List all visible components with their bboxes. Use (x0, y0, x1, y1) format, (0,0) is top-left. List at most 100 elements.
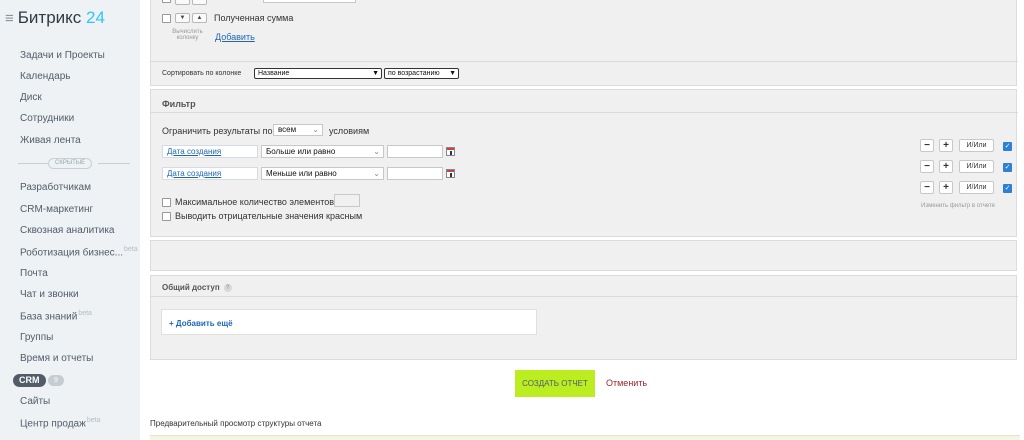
preview-title: Предварительный просмотр структуры отчет… (150, 419, 322, 428)
add-condition-button[interactable]: + (939, 181, 953, 194)
beta-badge: beta (78, 310, 92, 317)
chevron-down-icon: ▼ (449, 70, 456, 77)
negative-red-checkbox[interactable] (162, 212, 171, 221)
add-access-link[interactable]: + Добавить ещё (169, 319, 233, 328)
crm-counter-badge: 9 (48, 375, 64, 386)
remove-condition-button[interactable]: − (920, 181, 934, 194)
beta-badge: beta (86, 417, 101, 424)
column-checkbox-cut[interactable] (162, 0, 171, 3)
divider (151, 61, 1018, 62)
sidebar-item-calendar[interactable]: Календарь (20, 71, 70, 82)
hidden-separator[interactable]: СКРЫТЫЕ (18, 158, 130, 169)
help-icon[interactable]: ? (223, 283, 232, 292)
received-sum-checkbox[interactable] (162, 14, 171, 23)
filter-field-2[interactable]: Дата создания (162, 167, 258, 180)
chevron-down-icon: ▼ (372, 70, 379, 77)
sort-column-select[interactable]: Название ▼ (254, 68, 382, 79)
and-or-button[interactable]: И/Или (959, 160, 994, 173)
sidebar-item-feed[interactable]: Живая лента (20, 135, 81, 146)
columns-panel: ▼ ▲ Полученная сумма Вычислить колонку Д… (150, 0, 1018, 86)
sidebar-item-disk[interactable]: Диск (20, 92, 42, 103)
cancel-link[interactable]: Отменить (606, 378, 647, 388)
sidebar-item-developers[interactable]: Разработчикам (20, 182, 91, 193)
change-filter-checkbox[interactable]: ✓ (1003, 163, 1012, 172)
access-add-box: + Добавить ещё (161, 309, 537, 335)
calendar-icon[interactable] (446, 169, 455, 178)
add-more-label: Добавить ещё (175, 319, 233, 328)
empty-panel (150, 240, 1017, 271)
move-up-button-cut[interactable] (192, 0, 207, 5)
sidebar: ≡ Битрикс 24 Задачи и Проекты Календарь Д… (0, 0, 140, 440)
sidebar-item-time-reports[interactable]: Время и отчеты (20, 353, 93, 364)
column-title-input-cut[interactable] (263, 0, 356, 3)
sidebar-item-mail[interactable]: Почта (20, 268, 48, 279)
max-items-checkbox[interactable] (162, 198, 171, 207)
sidebar-item-sites[interactable]: Сайты (20, 396, 50, 407)
sort-label: Сортировать по колонке (162, 70, 242, 77)
change-filter-checkbox[interactable]: ✓ (1003, 184, 1012, 193)
filter-title: Фильтр (162, 99, 196, 109)
sort-order-value: по возрастанию (388, 70, 440, 77)
separator-line-right (98, 163, 130, 164)
sidebar-item-analytics[interactable]: Сквозная аналитика (20, 225, 115, 236)
remove-condition-button[interactable]: − (920, 139, 934, 152)
sidebar-item-tasks[interactable]: Задачи и Проекты (20, 50, 105, 61)
received-sum-label: Полученная сумма (214, 13, 294, 23)
operator-value: Меньше или равно (266, 169, 337, 178)
max-items-input[interactable] (334, 194, 360, 207)
limit-suffix: условиям (329, 126, 370, 136)
sidebar-item-robotization[interactable]: Роботизация бизнес...beta (20, 246, 138, 258)
sidebar-item-knowledge[interactable]: База знанийbeta (20, 310, 92, 322)
max-items-label: Максимальное количество элементов (175, 197, 335, 207)
add-condition-button[interactable]: + (939, 160, 953, 173)
filter-date-input-1[interactable] (387, 145, 443, 158)
divider (151, 296, 1018, 297)
knowledge-label: База знаний (20, 311, 78, 323)
filter-operator-1[interactable]: Больше или равно ⌄ (261, 145, 384, 158)
move-down-button-cut[interactable] (175, 0, 190, 5)
and-or-button[interactable]: И/Или (959, 181, 994, 194)
operator-value: Больше или равно (266, 147, 336, 156)
sort-order-select[interactable]: по возрастанию ▼ (384, 68, 459, 79)
access-title-text: Общий доступ (162, 283, 220, 292)
plus-icon: + (169, 319, 174, 328)
logo-text: Битрикс (17, 8, 82, 27)
add-condition-button[interactable]: + (939, 139, 953, 152)
remove-condition-button[interactable]: − (920, 160, 934, 173)
limit-select[interactable]: всем ⌄ (273, 124, 323, 136)
access-panel: Общий доступ? + Добавить ещё (150, 275, 1018, 360)
filter-panel: Фильтр Ограничить результаты по всем ⌄ ус… (150, 89, 1018, 237)
chevron-down-icon: ⌄ (373, 147, 380, 156)
move-up-button[interactable]: ▲ (192, 13, 207, 23)
sidebar-item-chat[interactable]: Чат и звонки (20, 289, 79, 300)
preview-area (150, 435, 1020, 440)
sidebar-item-groups[interactable]: Группы (20, 332, 53, 343)
sort-column-value: Название (258, 70, 290, 77)
limit-value: всем (278, 125, 297, 134)
access-title: Общий доступ? (162, 283, 232, 292)
sidebar-item-sales-center[interactable]: Центр продажbeta (20, 417, 100, 429)
move-down-button[interactable]: ▼ (175, 13, 190, 23)
limit-prefix: Ограничить результаты по (162, 126, 273, 136)
filter-date-input-2[interactable] (387, 167, 443, 180)
sales-center-label: Центр продаж (20, 418, 86, 430)
change-filter-checkbox[interactable]: ✓ (1003, 142, 1012, 151)
calendar-icon[interactable] (446, 147, 455, 156)
sidebar-item-crm-marketing[interactable]: CRM-маркетинг (20, 204, 93, 215)
chevron-down-icon: ⌄ (373, 169, 380, 178)
logo-number: 24 (86, 8, 105, 27)
and-or-button[interactable]: И/Или (959, 139, 994, 152)
chevron-down-icon: ⌄ (312, 125, 319, 134)
change-filter-label: Изменить фильтр в отчете (921, 203, 996, 209)
filter-operator-2[interactable]: Меньше или равно ⌄ (261, 167, 384, 180)
calc-column-link[interactable]: Вычислить колонку (165, 29, 210, 41)
robotization-label: Роботизация бизнес... (20, 247, 123, 259)
create-report-button[interactable]: СОЗДАТЬ ОТЧЕТ (515, 370, 595, 397)
add-column-link[interactable]: Добавить (215, 32, 255, 42)
sidebar-item-crm[interactable]: CRM (13, 374, 46, 387)
logo[interactable]: ≡ Битрикс 24 (5, 8, 105, 28)
sidebar-item-employees[interactable]: Сотрудники (20, 113, 74, 124)
menu-icon[interactable]: ≡ (5, 10, 14, 27)
filter-field-1[interactable]: Дата создания (162, 145, 258, 158)
separator-line-left (18, 163, 48, 164)
